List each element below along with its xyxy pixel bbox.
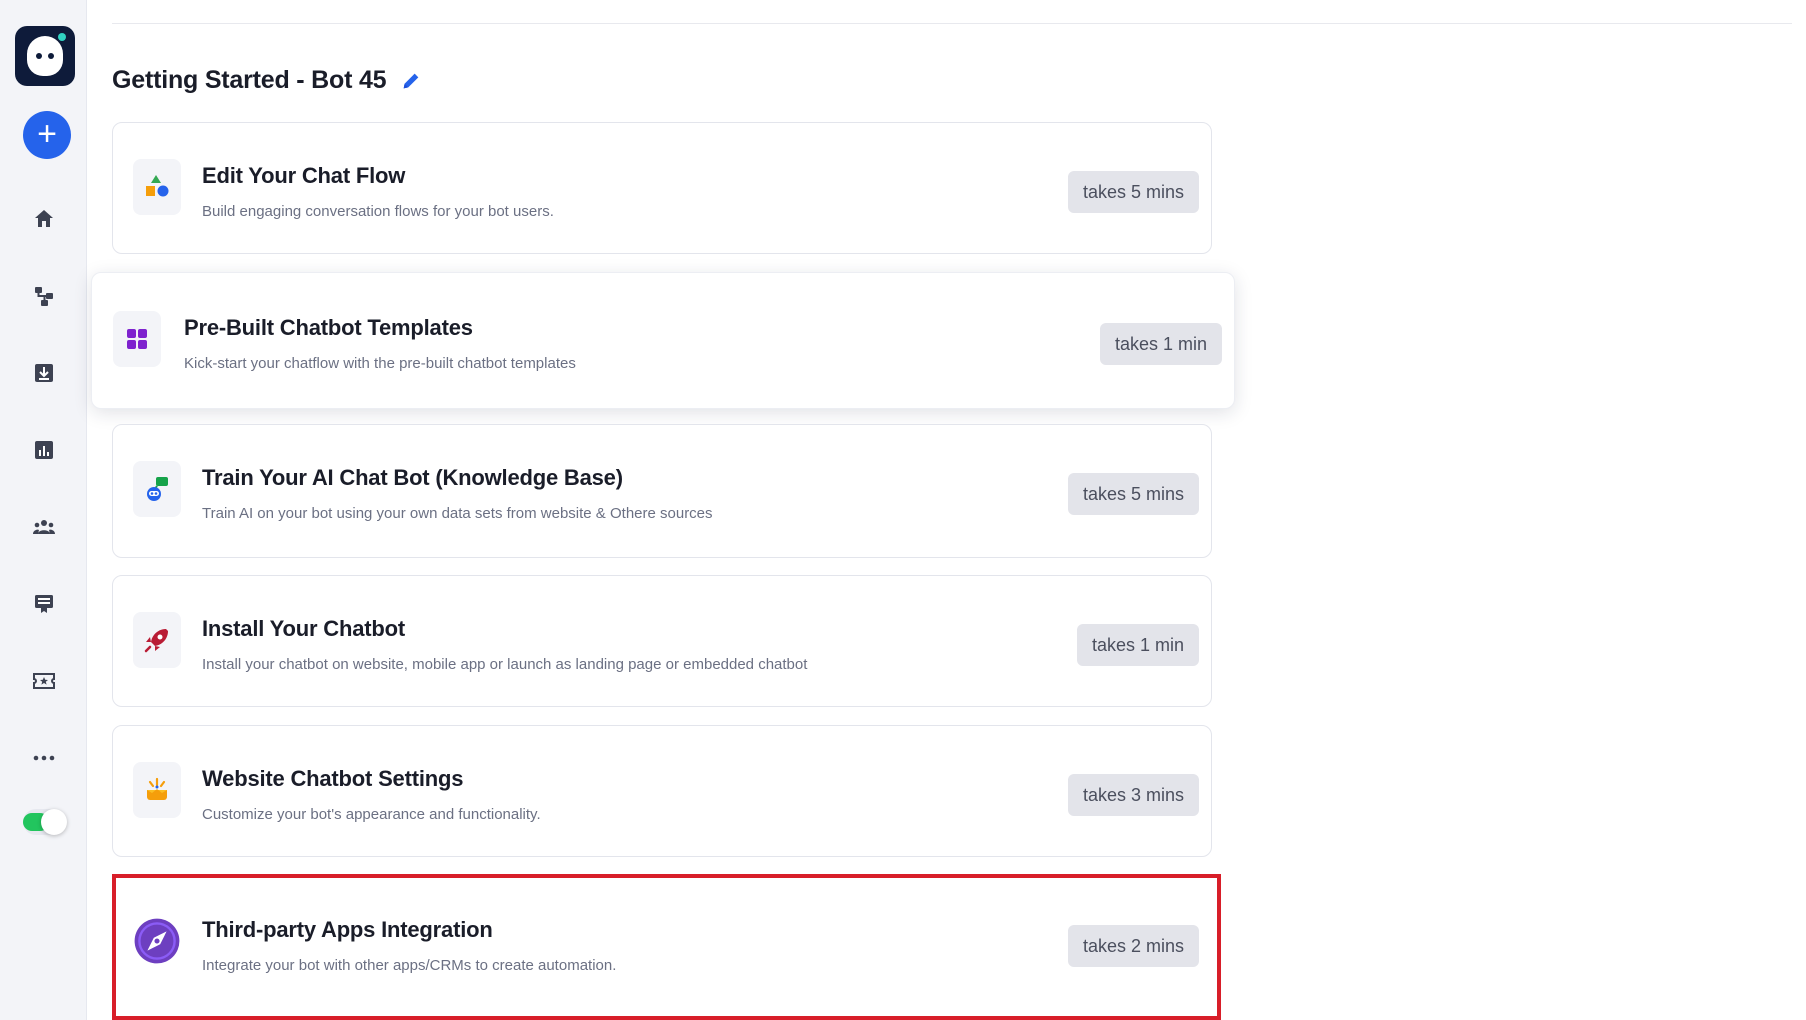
step-card-website-settings[interactable]: Website Chatbot Settings Customize your …: [112, 725, 1212, 857]
download-icon[interactable]: [29, 358, 59, 388]
time-badge: takes 1 min: [1076, 624, 1199, 666]
status-toggle[interactable]: [23, 809, 67, 835]
top-divider: [112, 23, 1792, 24]
step-card-edit-chat-flow[interactable]: Edit Your Chat Flow Build engaging conve…: [112, 122, 1212, 254]
step-title: Pre-Built Chatbot Templates: [184, 315, 473, 340]
step-card-templates[interactable]: Pre-Built Chatbot Templates Kick-start y…: [91, 272, 1235, 409]
step-card-install[interactable]: Install Your Chatbot Install your chatbo…: [112, 575, 1212, 707]
chart-icon[interactable]: [29, 435, 59, 465]
step-description: Install your chatbot on website, mobile …: [202, 656, 808, 673]
compass-icon: [133, 913, 181, 969]
ticket-star-icon[interactable]: [29, 666, 59, 696]
app-logo[interactable]: [15, 26, 75, 86]
home-icon[interactable]: [29, 204, 59, 234]
title-row: Getting Started - Bot 45: [112, 66, 422, 95]
step-description: Train AI on your bot using your own data…: [202, 505, 713, 522]
step-description: Kick-start your chatflow with the pre-bu…: [184, 355, 576, 372]
users-icon[interactable]: [29, 512, 59, 542]
step-description: Integrate your bot with other apps/CRMs …: [202, 957, 617, 974]
step-title: Website Chatbot Settings: [202, 766, 464, 791]
time-badge: takes 2 mins: [1067, 925, 1199, 967]
add-bot-button[interactable]: +: [23, 111, 71, 159]
step-title: Train Your AI Chat Bot (Knowledge Base): [202, 465, 623, 490]
rocket-icon: [133, 612, 181, 668]
step-title: Third-party Apps Integration: [202, 917, 493, 942]
grid-icon: [113, 311, 161, 367]
step-description: Customize your bot's appearance and func…: [202, 806, 541, 823]
step-title: Install Your Chatbot: [202, 616, 405, 641]
step-title: Edit Your Chat Flow: [202, 163, 406, 188]
logo-face-icon: [27, 36, 63, 76]
time-badge: takes 5 mins: [1067, 473, 1199, 515]
edit-pencil-icon[interactable]: [400, 70, 422, 92]
page-title: Getting Started - Bot 45: [112, 66, 387, 94]
time-badge: takes 5 mins: [1067, 171, 1199, 213]
more-icon[interactable]: [29, 743, 59, 773]
step-description: Build engaging conversation flows for yo…: [202, 203, 554, 220]
time-badge: takes 3 mins: [1067, 774, 1199, 816]
sidebar: +: [0, 0, 87, 1020]
ai-robot-icon: [133, 461, 181, 517]
time-badge: takes 1 min: [1099, 323, 1222, 365]
step-card-train-ai[interactable]: Train Your AI Chat Bot (Knowledge Base) …: [112, 424, 1212, 558]
shapes-icon: [133, 159, 181, 215]
flow-icon[interactable]: [29, 281, 59, 311]
step-card-integrations[interactable]: Third-party Apps Integration Integrate y…: [112, 876, 1212, 1016]
settings-sparkle-icon: [133, 762, 181, 818]
kiosk-icon[interactable]: [29, 589, 59, 619]
